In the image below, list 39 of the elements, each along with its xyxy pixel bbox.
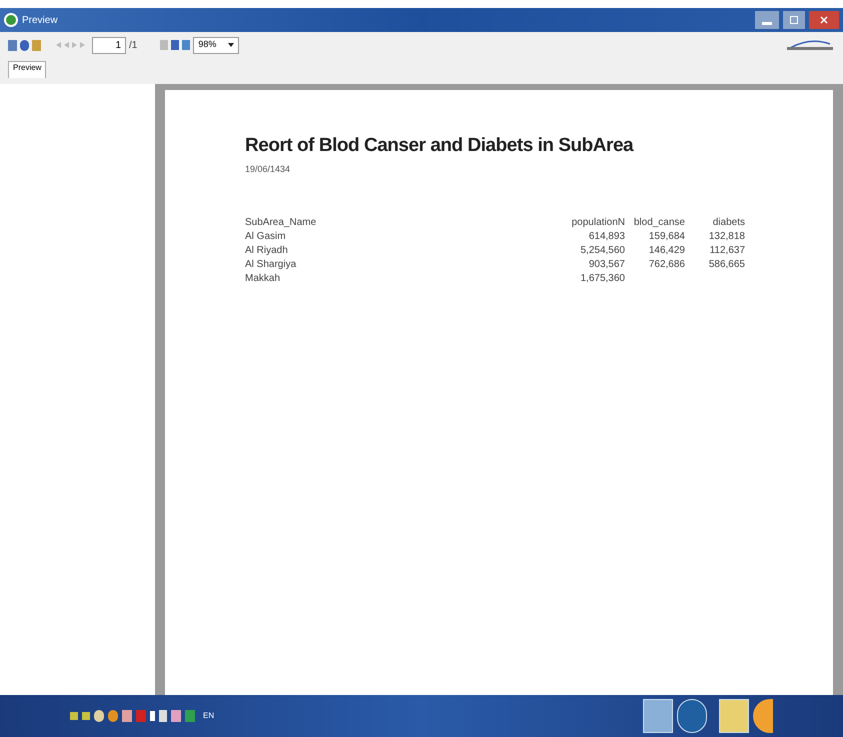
- column-header: populationN: [570, 216, 625, 230]
- caret-icon: [228, 43, 234, 47]
- table-cell-text: Al Riyadh: [245, 244, 289, 258]
- last-page-icon[interactable]: [80, 42, 85, 48]
- app-icon: [4, 13, 18, 27]
- language-indicator[interactable]: EN: [203, 710, 214, 722]
- first-page-icon[interactable]: [56, 42, 61, 48]
- table-cell-text: Al Shargiya: [245, 258, 298, 272]
- page-field[interactable]: 1: [92, 36, 126, 54]
- previous-page-icon[interactable]: [64, 42, 69, 48]
- minimize-button[interactable]: [755, 11, 779, 29]
- page-total: /1: [129, 38, 138, 52]
- table-cell-text: 5,254,560: [580, 244, 625, 258]
- table-cell-text: 586,665: [708, 258, 745, 272]
- table-cell-text: 112,637: [708, 244, 745, 258]
- tray-icon[interactable]: [108, 710, 118, 722]
- tray-icon[interactable]: [94, 710, 104, 722]
- zoom-dropdown[interactable]: 98%: [193, 36, 240, 54]
- column-header: SubArea_Name: [245, 216, 318, 230]
- table-cell-text: Makkah: [245, 272, 282, 286]
- table-cell-text: 1,675,360: [580, 272, 625, 286]
- table-cell-text: 159,684: [648, 230, 685, 244]
- column-header: diabets: [712, 216, 745, 230]
- column-header: blod_canse: [632, 216, 685, 230]
- table-cell-text: 614,893: [588, 230, 625, 244]
- table-cell: 146,429: [625, 244, 685, 258]
- maximize-button[interactable]: [783, 11, 805, 29]
- report-date: 19/06/1434: [245, 162, 292, 176]
- logo-icon: [785, 39, 835, 51]
- report-title: Reort of Blod Canser and Diabets in SubArea: [245, 134, 635, 158]
- close-icon: [820, 16, 828, 24]
- tab[interactable]: Preview: [8, 61, 46, 78]
- next-page-icon[interactable]: [72, 42, 77, 48]
- close-button[interactable]: [809, 11, 839, 29]
- table-cell: 132,818: [685, 230, 745, 244]
- table-cell-text: Al Gasim: [245, 230, 287, 244]
- table-cell-text: 762,686: [648, 258, 685, 272]
- window-title: Preview: [22, 14, 58, 28]
- table-cell-text: 903,567: [588, 258, 625, 272]
